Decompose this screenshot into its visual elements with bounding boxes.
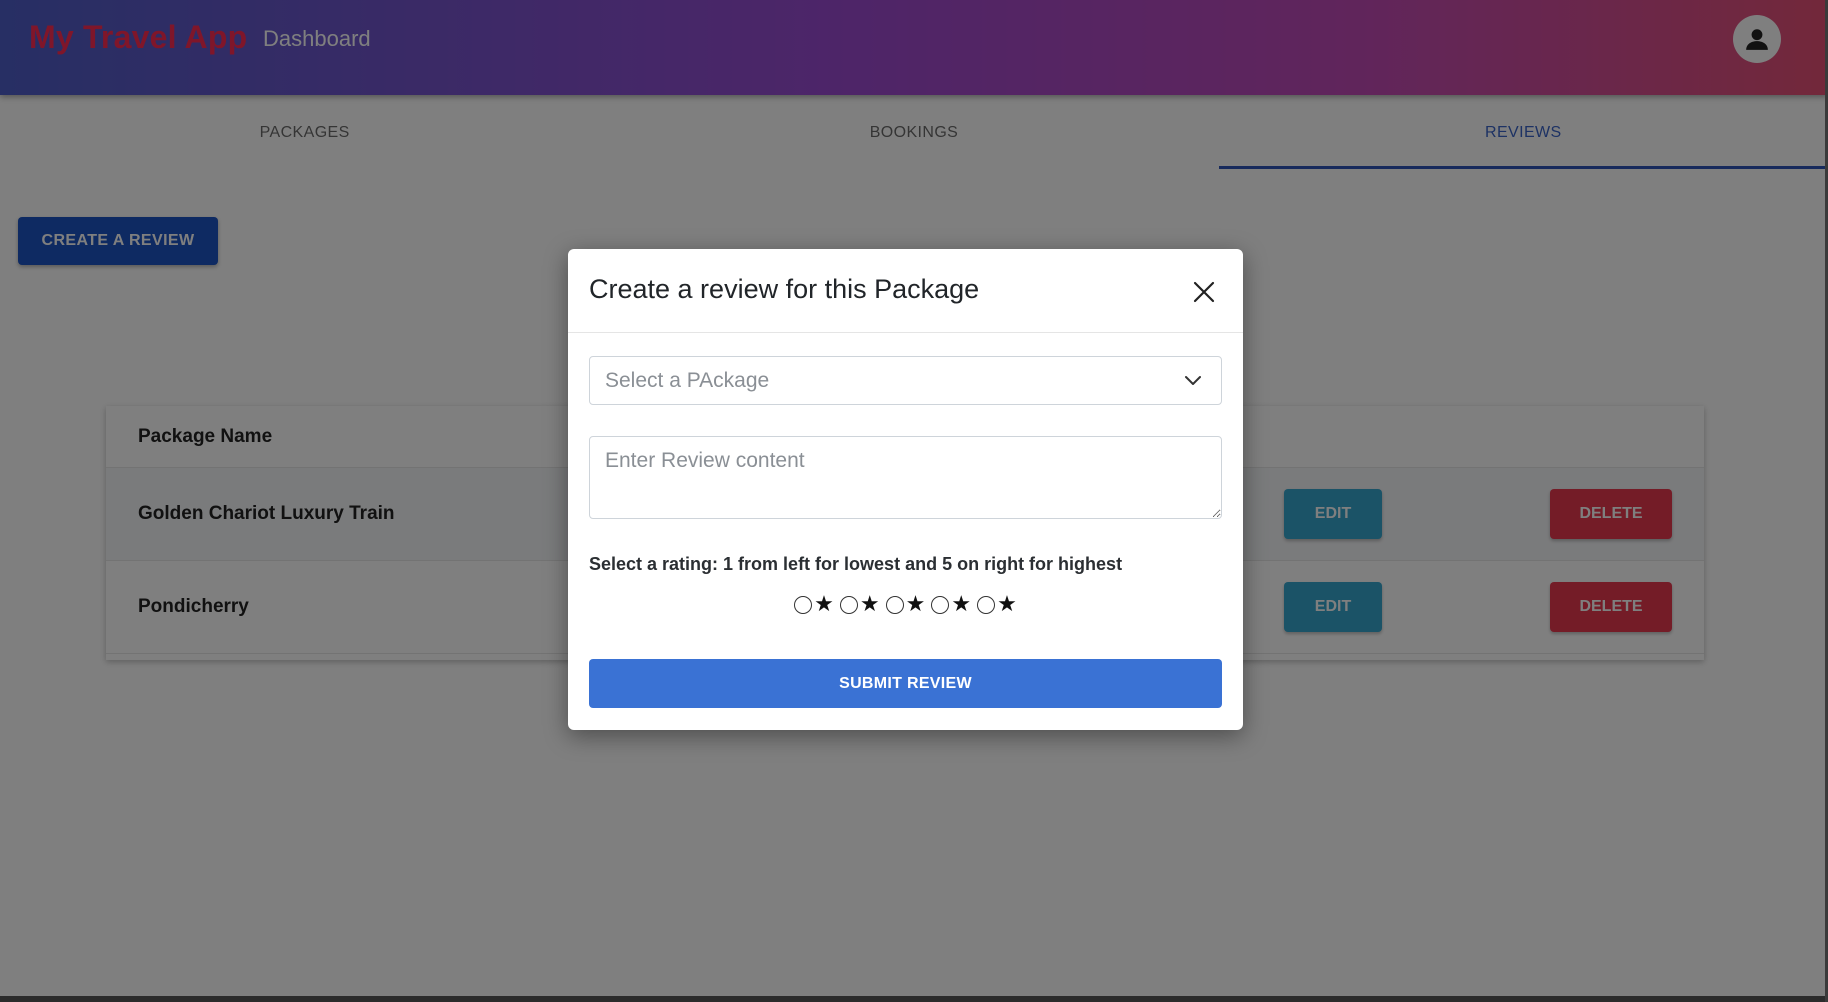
rating-radio[interactable] — [839, 596, 858, 614]
window-bottom-edge — [0, 996, 1828, 1002]
star-icon: ★ — [951, 592, 972, 617]
package-select-placeholder: Select a PAckage — [605, 368, 770, 392]
close-icon — [1193, 281, 1215, 303]
rating-option-5[interactable]: ★ — [977, 594, 1017, 616]
star-icon: ★ — [859, 592, 880, 617]
modal-header: Create a review for this Package — [568, 249, 1243, 333]
submit-review-button[interactable]: SUBMIT REVIEW — [589, 659, 1222, 708]
modal-title: Create a review for this Package — [589, 274, 980, 304]
create-review-modal: Create a review for this Package Select … — [568, 249, 1243, 730]
rating-radio[interactable] — [931, 596, 950, 614]
rating-option-4[interactable]: ★ — [931, 594, 971, 616]
rating-option-1[interactable]: ★ — [794, 594, 834, 616]
star-icon: ★ — [905, 592, 926, 617]
page: My Travel App Dashboard PACKAGES BOOKING… — [0, 0, 1828, 1002]
package-select[interactable]: Select a PAckage — [589, 356, 1222, 405]
rating-radio[interactable] — [794, 596, 813, 614]
close-button[interactable] — [1190, 278, 1218, 306]
rating-instructions: Select a rating: 1 from left for lowest … — [589, 554, 1123, 574]
rating-option-2[interactable]: ★ — [839, 592, 880, 617]
review-content-textarea[interactable] — [589, 436, 1222, 519]
rating-radio[interactable] — [977, 596, 996, 614]
rating-group: ★ ★ ★ ★ ★ — [568, 590, 1243, 620]
star-icon: ★ — [997, 592, 1017, 617]
chevron-down-icon — [1185, 376, 1201, 385]
rating-option-3[interactable]: ★ — [885, 592, 926, 617]
star-icon: ★ — [814, 592, 834, 617]
rating-radio[interactable] — [885, 596, 904, 614]
